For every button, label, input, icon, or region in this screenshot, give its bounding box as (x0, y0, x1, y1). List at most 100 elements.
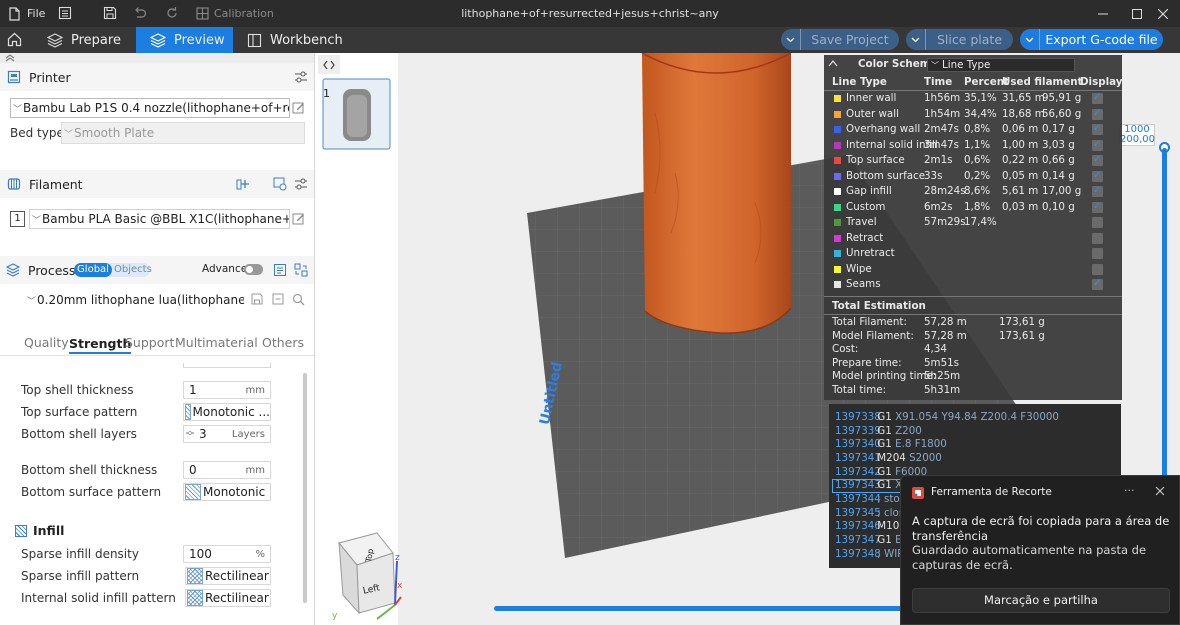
toggle-objects[interactable]: Objects (114, 263, 152, 277)
display-checkbox[interactable] (1092, 263, 1103, 275)
internal-solid-infill-pattern-select[interactable]: Rectilinear (185, 589, 271, 607)
global-objects-toggle[interactable]: Global Objects (74, 263, 152, 277)
collapse-sidebar-icon[interactable] (318, 55, 340, 74)
gcode-line[interactable]: 1397347 G1 E (835, 534, 902, 547)
display-checkbox[interactable] (1092, 90, 1103, 105)
legend-row[interactable]: Travel 57m29s 17,4% (824, 215, 1122, 230)
save-project-button[interactable]: Save Project (781, 29, 899, 50)
tab-strength[interactable]: Strength (69, 335, 132, 354)
gcode-line[interactable]: 1397340 G1 E.8 F1800 (835, 438, 947, 451)
bed-type-select[interactable]: ﹀ Smooth Plate (61, 122, 305, 144)
line-type-percent: 1,8% (964, 200, 991, 213)
display-checkbox[interactable] (1092, 121, 1103, 136)
sparse-infill-pattern-select[interactable]: Rectilinear (185, 567, 271, 585)
toggle-global[interactable]: Global (74, 263, 112, 277)
tab-multimaterial[interactable]: Multimaterial (175, 335, 258, 350)
legend-row[interactable]: Overhang wall 2m47s 0,8% 0,06 m 0,17 g (824, 121, 1122, 137)
snipping-tool-notification[interactable]: Ferramenta de Recorte ··· A captura de e… (900, 475, 1180, 625)
display-checkbox[interactable] (1092, 248, 1103, 259)
gcode-line[interactable]: 1397338 G1 X91.054 Y94.84 Z200.4 F30000 (835, 411, 1059, 424)
legend-row[interactable]: Custom 6m2s 1,8% 0,03 m 0,10 g (824, 199, 1122, 215)
bottom-surface-pattern-select[interactable]: Monotonic (183, 483, 271, 501)
add-filament-icon[interactable] (236, 177, 250, 191)
save-icon[interactable] (103, 6, 117, 20)
markup-and-share-button[interactable]: Marcação e partilha (912, 588, 1170, 613)
legend-row[interactable]: Inner wall 1h56m 35,1% 31,65 m 95,91 g (824, 90, 1122, 106)
tab-preview[interactable]: Preview (136, 27, 233, 53)
tab-support[interactable]: Support (125, 335, 174, 350)
sparse-infill-density-input[interactable]: 100 % (183, 545, 271, 563)
bottom-shell-layers-stepper[interactable]: ︿ ﹀ 3 Layers (183, 425, 271, 443)
filament-slot-number[interactable]: 1 (10, 211, 25, 227)
gcode-line[interactable]: 1397343 G1 X (835, 479, 902, 492)
close-window-button[interactable] (1146, 0, 1180, 27)
collapse-legend-icon[interactable] (828, 59, 838, 67)
legend-row[interactable]: Outer wall 1h54m 34,4% 18,68 m 56,60 g (824, 106, 1122, 122)
tab-workbench[interactable]: Workbench (233, 27, 343, 53)
display-checkbox[interactable] (1092, 168, 1103, 183)
printer-preset-select[interactable]: ﹀ Bambu Lab P1S 0.4 nozzle(lithophane+of… (10, 98, 290, 118)
tab-quality[interactable]: Quality (24, 335, 69, 350)
top-surface-pattern-select[interactable]: Monotonic ... (183, 403, 271, 421)
tab-prepare[interactable]: Prepare (33, 27, 136, 53)
gcode-line[interactable]: 1397346 M100 (835, 520, 906, 533)
gcode-line[interactable]: 1397345 ; clos (835, 507, 904, 520)
legend-row[interactable]: Retract (824, 231, 1122, 246)
gcode-line[interactable]: 1397348 ; WIP (835, 548, 903, 561)
display-checkbox[interactable] (1092, 199, 1103, 214)
export-dropdown-icon[interactable] (1020, 29, 1040, 50)
filament-preset-select[interactable]: ﹀ Bambu PLA Basic @BBL X1C(lithophane+of… (29, 209, 290, 229)
undo-icon[interactable] (133, 6, 147, 20)
stepper-arrows-icon[interactable]: ︿ ﹀ (186, 427, 194, 441)
minimize-button[interactable] (1086, 0, 1120, 27)
display-checkbox[interactable] (1092, 232, 1103, 244)
slice-plate-button[interactable]: Slice plate (906, 29, 1013, 50)
gcode-line[interactable]: 1397339 G1 Z200 (835, 425, 922, 438)
legend-row[interactable]: Seams (824, 276, 1122, 292)
display-checkbox[interactable] (1092, 183, 1103, 198)
toast-more-button[interactable]: ··· (1124, 484, 1135, 497)
legend-row[interactable]: Top surface 2m1s 0,6% 0,22 m 0,66 g (824, 152, 1122, 168)
legend-row[interactable]: Wipe (824, 262, 1122, 277)
slice-plate-dropdown-icon[interactable] (906, 29, 926, 50)
toast-close-button[interactable] (1155, 486, 1165, 496)
gcode-line[interactable]: 1397344 ; stop (835, 493, 906, 506)
display-checkbox[interactable] (1092, 106, 1103, 121)
collapse-panel-handle[interactable] (0, 53, 314, 63)
display-checkbox[interactable] (1092, 217, 1103, 228)
legend-row[interactable]: Internal solid infill 3m47s 1,1% 1,00 m 3,03… (824, 137, 1122, 153)
menu-icon[interactable] (58, 6, 72, 20)
display-checkbox[interactable] (1092, 137, 1103, 152)
process-preset-select[interactable]: ﹀ 0.20mm lithophane lua(lithophane+of+..… (26, 290, 244, 310)
save-project-dropdown-icon[interactable] (781, 29, 801, 50)
sync-filament-icon[interactable] (273, 177, 287, 191)
calibration-menu[interactable]: Calibration (196, 0, 274, 27)
color-scheme-select[interactable]: ﹀ Line Type (927, 58, 1075, 72)
legend-row[interactable]: Bottom surface 33s 0,2% 0,05 m 0,14 g (824, 168, 1122, 184)
legend-row[interactable]: Unretract (824, 246, 1122, 261)
process-settings-icon[interactable] (294, 263, 308, 277)
home-icon[interactable] (7, 32, 22, 47)
process-icon (6, 263, 20, 277)
compare-presets-icon[interactable] (273, 263, 287, 277)
bottom-shell-thickness-input[interactable]: 0 mm (183, 461, 271, 479)
search-icon[interactable] (292, 293, 305, 306)
display-checkbox[interactable] (1092, 152, 1103, 167)
legend-row[interactable]: Gap infill 28m24s 8,6% 5,61 m 17,00 g (824, 183, 1122, 199)
printer-settings-icon[interactable] (294, 70, 308, 84)
gcode-line[interactable]: 1397341 M204 S2000 (835, 452, 942, 465)
settings-scrollbar[interactable] (303, 373, 307, 603)
file-menu[interactable]: File (8, 0, 45, 27)
save-preset-icon[interactable] (251, 293, 263, 305)
delete-preset-icon[interactable] (272, 293, 284, 305)
move-slider[interactable] (494, 606, 914, 611)
export-gcode-button[interactable]: Export G-code file (1020, 29, 1163, 50)
top-shell-thickness-input[interactable]: 1 mm (183, 381, 271, 399)
edit-printer-icon[interactable] (292, 101, 305, 114)
redo-icon[interactable] (165, 6, 179, 20)
display-checkbox[interactable] (1092, 276, 1103, 291)
advance-toggle[interactable] (244, 264, 263, 275)
tab-others[interactable]: Others (262, 335, 304, 350)
filament-settings-icon[interactable] (294, 177, 308, 191)
edit-filament-icon[interactable] (292, 212, 305, 225)
